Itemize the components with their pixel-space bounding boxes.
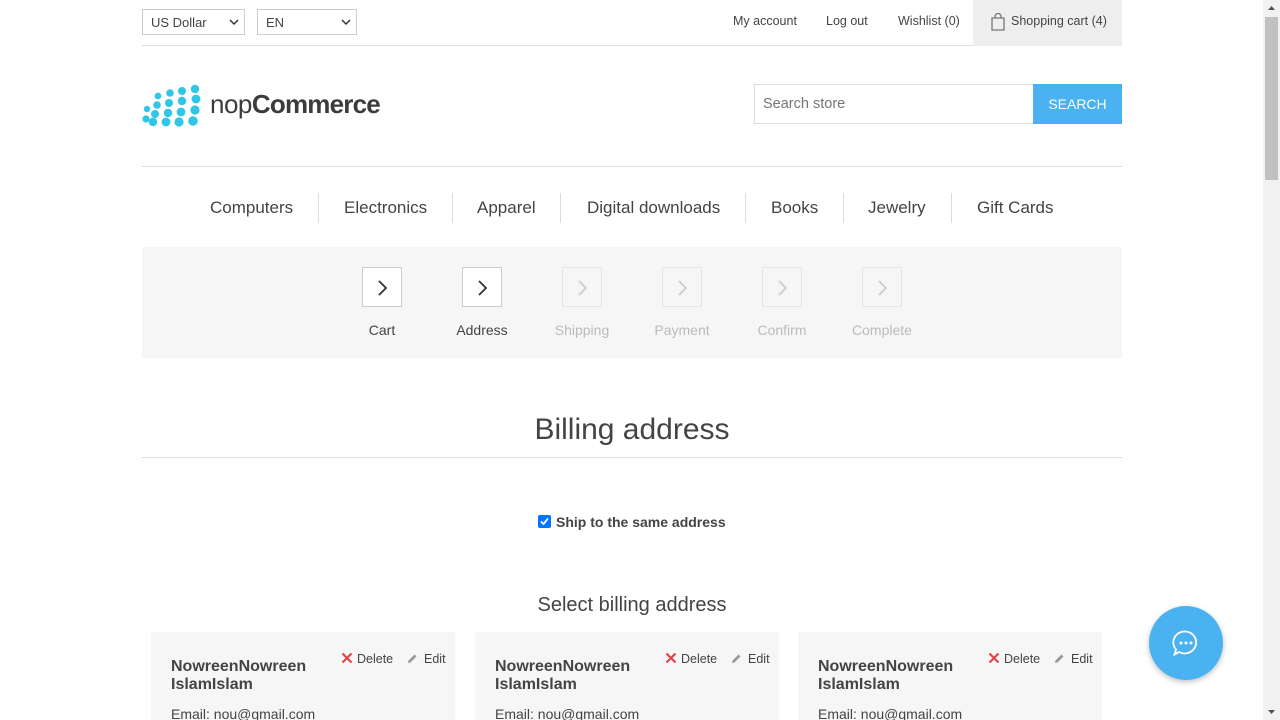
logo-dots-icon: [142, 84, 201, 127]
menu-item-electronics[interactable]: Electronics: [344, 198, 427, 218]
page-title-bar: Billing address: [142, 410, 1122, 458]
search-input[interactable]: [754, 84, 1034, 124]
step-label: Payment: [654, 322, 710, 338]
live-chat-button[interactable]: [1149, 606, 1223, 680]
pencil-icon: [1055, 654, 1064, 663]
step-box: [862, 267, 902, 307]
chevron-right-icon: [878, 280, 888, 296]
close-icon: [665, 652, 677, 664]
checkbox-checked-icon[interactable]: [538, 515, 551, 528]
menu-item-jewelry[interactable]: Jewelry: [868, 198, 926, 218]
menu-item-apparel[interactable]: Apparel: [477, 198, 536, 218]
delete-address-button[interactable]: Delete: [665, 652, 717, 666]
currency-selector-value: US Dollar: [151, 15, 207, 30]
logo-text: nopCommerce: [210, 89, 381, 120]
menu-item-computers[interactable]: Computers: [210, 198, 293, 218]
checkout-progress: Cart Address Shipping Payment Confirm Co…: [142, 247, 1122, 358]
select-billing-address-title: Select billing address: [537, 594, 727, 616]
menu-item-books[interactable]: Books: [771, 198, 818, 218]
currency-selector[interactable]: US Dollar: [142, 9, 245, 35]
step-label: Cart: [368, 322, 396, 338]
menu-separator: [452, 193, 453, 223]
menu-item-digital-downloads[interactable]: Digital downloads: [587, 198, 720, 218]
ship-same-address-label: Ship to the same address: [556, 514, 726, 530]
delete-label: Delete: [1004, 652, 1041, 666]
edit-label: Edit: [424, 652, 446, 666]
scrollbar-thumb[interactable]: [1265, 17, 1278, 180]
shopping-bag-icon: [991, 13, 1005, 31]
top-menu: Computers Electronics Apparel Digital do…: [142, 166, 1122, 247]
address-email: Email: nou@gmail.com: [171, 706, 316, 720]
step-complete: Complete: [842, 267, 922, 338]
delete-label: Delete: [357, 652, 394, 666]
language-selector-value: EN: [266, 15, 285, 30]
logo-text-prefix: nop: [210, 89, 252, 119]
chevron-down-icon: [229, 19, 239, 26]
address-email: Email: nou@gmail.com: [818, 706, 963, 720]
header-links-bar: US Dollar EN My account Log out Wishlist…: [142, 0, 1122, 46]
delete-address-button[interactable]: Delete: [988, 652, 1040, 666]
menu-item-gift-cards[interactable]: Gift Cards: [977, 198, 1054, 218]
address-name: NowreenNowreen IslamIslam: [818, 658, 954, 693]
address-card[interactable]: NowreenNowreen IslamIslam Email: nou@gma…: [475, 632, 779, 720]
step-confirm: Confirm: [742, 267, 822, 338]
my-account-link[interactable]: My account: [733, 14, 797, 28]
page-title: Billing address: [534, 413, 730, 446]
store-logo[interactable]: nopCommerce: [142, 82, 392, 130]
pencil-icon: [732, 654, 741, 663]
chevron-right-icon: [378, 280, 388, 296]
menu-separator: [560, 193, 561, 223]
step-box: [662, 267, 702, 307]
step-label: Address: [456, 322, 508, 338]
pencil-icon: [408, 654, 417, 663]
step-cart[interactable]: Cart: [342, 267, 422, 338]
step-address[interactable]: Address: [442, 267, 522, 338]
shopping-cart-link[interactable]: Shopping cart (4): [973, 0, 1122, 46]
chevron-right-icon: [678, 280, 688, 296]
step-box: [362, 267, 402, 307]
shopping-cart-label: Shopping cart (4): [1011, 14, 1107, 28]
close-icon: [988, 652, 1000, 664]
menu-separator: [951, 193, 952, 223]
menu-separator: [318, 193, 319, 223]
chevron-right-icon: [578, 280, 588, 296]
close-icon: [341, 652, 353, 664]
step-shipping: Shipping: [542, 267, 622, 338]
scroll-down-arrow-icon[interactable]: [1263, 703, 1280, 720]
address-card[interactable]: NowreenNowreen IslamIslam Email: nou@gma…: [151, 632, 455, 720]
chevron-right-icon: [778, 280, 788, 296]
search-button[interactable]: SEARCH: [1033, 84, 1122, 124]
edit-address-button[interactable]: Edit: [1054, 652, 1093, 666]
delete-address-button[interactable]: Delete: [341, 652, 393, 666]
menu-separator: [843, 193, 844, 223]
step-box: [562, 267, 602, 307]
edit-label: Edit: [748, 652, 770, 666]
address-email: Email: nou@gmail.com: [495, 706, 640, 720]
step-label: Complete: [852, 322, 912, 338]
logo-text-suffix: Commerce: [251, 89, 381, 119]
ship-same-address-checkbox[interactable]: Ship to the same address: [538, 514, 726, 530]
chat-bubble-icon: [1172, 630, 1198, 657]
step-box: [462, 267, 502, 307]
vertical-scrollbar[interactable]: [1263, 0, 1280, 720]
address-name: NowreenNowreen IslamIslam: [171, 658, 307, 693]
step-label: Shipping: [554, 322, 610, 338]
chevron-right-icon: [478, 280, 488, 296]
address-card[interactable]: NowreenNowreen IslamIslam Email: nou@gma…: [798, 632, 1102, 720]
log-out-link[interactable]: Log out: [826, 14, 868, 28]
scroll-up-arrow-icon[interactable]: [1263, 0, 1280, 17]
step-box: [762, 267, 802, 307]
language-selector[interactable]: EN: [257, 9, 357, 35]
address-name: NowreenNowreen IslamIslam: [495, 658, 631, 693]
edit-address-button[interactable]: Edit: [407, 652, 446, 666]
wishlist-link[interactable]: Wishlist (0): [898, 14, 960, 28]
step-payment: Payment: [642, 267, 722, 338]
menu-separator: [745, 193, 746, 223]
edit-address-button[interactable]: Edit: [731, 652, 770, 666]
edit-label: Edit: [1071, 652, 1093, 666]
chevron-down-icon: [341, 19, 351, 26]
page: US Dollar EN My account Log out Wishlist…: [0, 0, 1263, 720]
delete-label: Delete: [681, 652, 718, 666]
step-label: Confirm: [757, 322, 807, 338]
